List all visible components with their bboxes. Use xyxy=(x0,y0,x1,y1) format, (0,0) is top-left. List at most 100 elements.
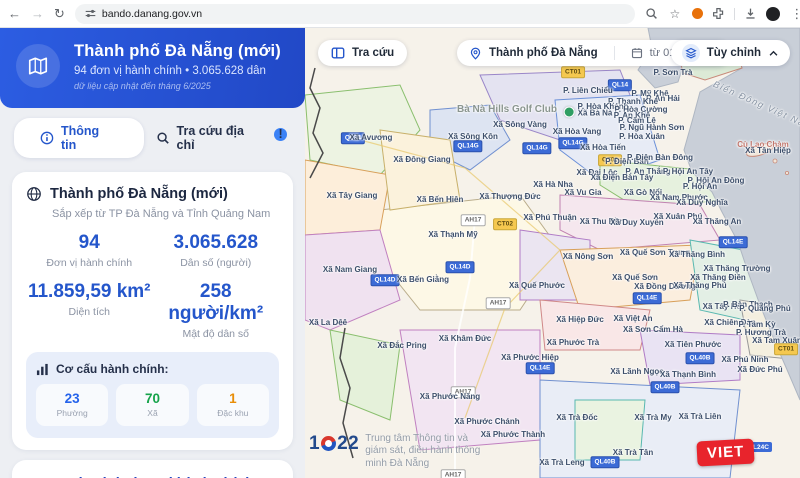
map-label: P. Sơn Trà xyxy=(654,69,693,77)
map-label: P. Liên Chiểu xyxy=(563,87,613,95)
map-label: QL14E xyxy=(633,292,662,304)
logo-1022-zero xyxy=(321,436,336,451)
bookmark-star-icon[interactable]: ☆ xyxy=(667,8,683,20)
map-label: Xã Bến Giằng xyxy=(397,276,449,284)
tab-tra-cuu-label: Tra cứu địa chỉ xyxy=(177,124,266,152)
map-label: Xã Trà Đốc xyxy=(556,414,597,422)
map-label: Xã Thăng Bình xyxy=(669,251,725,259)
viet-watermark-wrap: QL24C VIET xyxy=(697,440,754,465)
tab-thong-tin-label: Thông tin xyxy=(61,124,118,152)
search-icon xyxy=(156,131,170,145)
tab-badge: ! xyxy=(274,128,287,141)
extension-icon[interactable] xyxy=(692,8,703,19)
map-label: Xã Thạnh Mỹ xyxy=(428,231,477,239)
map-label: Xã Thạnh Bình xyxy=(660,371,716,379)
tab-tra-cuu-dia-chi[interactable]: Tra cứu địa chỉ ! xyxy=(152,118,291,158)
map-label: CT02 xyxy=(493,218,517,230)
city-title: Thành phố Đà Nẵng (mới) xyxy=(74,42,291,61)
map-label: Xã Phước Chánh xyxy=(454,418,519,426)
site-settings-icon[interactable] xyxy=(85,8,96,19)
map-label: Xã Vu Gia xyxy=(564,189,601,197)
map-label: Xã Sông Vàng xyxy=(493,121,547,129)
commune-list-link[interactable]: Danh sách đơn vị hành chính cấp xã xyxy=(12,460,293,478)
map-label: AH17 xyxy=(486,297,511,309)
location-pin-icon xyxy=(469,47,482,60)
overview-card: Thành phố Đà Nẵng (mới) Sắp xếp từ TP Đà… xyxy=(12,172,293,450)
bar-chart-icon xyxy=(36,363,49,376)
info-icon xyxy=(40,131,54,145)
selected-city-label: Thành phố Đà Nẵng xyxy=(489,47,598,59)
map-label: AH17 xyxy=(461,214,486,226)
back-icon[interactable]: ← xyxy=(8,7,21,20)
map-label: Xã Thượng Đức xyxy=(479,193,540,201)
map-label: Xã Khâm Đức xyxy=(439,335,491,343)
map-label: Xã Hòa Vang xyxy=(553,128,601,136)
map-label: Xã Quế Phước xyxy=(509,282,565,290)
map-label: Xã Thăng An xyxy=(693,218,742,226)
map-attribution: 122 Trung tâm Thông tin và giám sát, điề… xyxy=(309,433,483,471)
map-label: Xã Nông Sơn xyxy=(563,253,614,261)
map-canvas[interactable]: QL14Xã AvươngXã Sông KônQL14GXã Sông Vàn… xyxy=(305,28,800,478)
map-label: Xã Điện Bàn Tây xyxy=(591,174,654,182)
stat-area: 11.859,59 km² Diện tích xyxy=(26,281,153,340)
map-label: QL14G xyxy=(522,142,551,154)
map-label: Xã La Dêê xyxy=(309,319,347,327)
download-icon[interactable] xyxy=(744,7,757,20)
profile-avatar[interactable] xyxy=(766,7,780,21)
extensions-puzzle-icon[interactable] xyxy=(712,7,725,20)
zoom-icon[interactable] xyxy=(645,7,658,20)
map-icon xyxy=(16,44,60,88)
structure-communes: 70 Xã xyxy=(116,384,188,426)
map-label: Xã Lãnh Ngọc xyxy=(610,368,663,376)
customize-label: Tùy chỉnh xyxy=(707,47,761,59)
forward-icon[interactable]: → xyxy=(31,7,44,20)
map-label: CT01 xyxy=(774,343,798,355)
map-label: QL40B xyxy=(651,381,680,393)
map-label: Xã Tiên Phước xyxy=(665,341,722,349)
map-label: QL40B xyxy=(591,456,620,468)
address-bar[interactable]: bando.danang.gov.vn xyxy=(75,4,635,24)
map-label: QL14D xyxy=(446,261,475,273)
map-label: QL14G xyxy=(453,140,482,152)
map-label: P. Hội An xyxy=(683,183,717,191)
map-label: Xã Bến Hiên xyxy=(417,196,464,204)
map-label: Xã Hiệp Đức xyxy=(556,316,604,324)
map-label: AH17 xyxy=(441,469,466,478)
map-label: Xã Nam Giang xyxy=(323,266,377,274)
map-labels-layer: QL14Xã AvươngXã Sông KônQL14GXã Sông Vàn… xyxy=(305,28,800,478)
map-label: Bà Nà Hills Golf Club xyxy=(457,105,557,115)
map-label: Xã Avương xyxy=(350,134,393,142)
map-label: Xã Thăng Phú xyxy=(673,282,726,290)
stat-admin-units: 94 Đơn vị hành chính xyxy=(26,232,153,269)
sidebar: Thành phố Đà Nẵng (mới) 94 đơn vị hành c… xyxy=(0,28,305,478)
globe-icon xyxy=(26,186,42,202)
map-label: P. Hòa Xuân xyxy=(619,133,665,141)
data-update-note: dữ liệu cập nhật đến tháng 6/2025 xyxy=(74,81,291,91)
reload-icon[interactable]: ↻ xyxy=(54,7,65,20)
map-label: P. Điện Bàn Đông xyxy=(627,154,693,162)
map-label: Xã Sơn Cẩm Hà xyxy=(623,326,683,334)
screen: ← → ↻ bando.danang.gov.vn ☆ xyxy=(0,0,800,478)
overview-subtitle: Sắp xếp từ TP Đà Nẵng và Tỉnh Quảng Nam xyxy=(52,208,279,220)
map-label: Xã Hòa Tiến xyxy=(580,144,626,152)
map-label: Xã Trà My xyxy=(634,414,671,422)
tab-thong-tin[interactable]: Thông tin xyxy=(14,118,144,158)
map-label: Xã Quế Sơn xyxy=(612,274,658,282)
map-label: Xã Trà Leng xyxy=(539,459,584,467)
tra-cuu-button[interactable]: Tra cứu xyxy=(318,40,407,66)
map-label: Xã Phú Ninh xyxy=(721,356,768,364)
map-label: QL40B xyxy=(686,352,715,364)
map-label: P. Hội An Tây xyxy=(663,168,713,176)
menu-kebab-icon[interactable]: ⋮ xyxy=(789,7,800,20)
tab-row: Thông tin Tra cứu địa chỉ ! xyxy=(0,108,305,162)
customize-button[interactable]: Tùy chỉnh xyxy=(671,40,790,66)
attribution-text: Trung tâm Thông tin và giám sát, điều hà… xyxy=(365,433,483,471)
stat-population: 3.065.628 Dân số (người) xyxy=(153,232,280,269)
map-label: P. Ngũ Hành Sơn xyxy=(620,124,685,132)
map-label: Xã Đức Phú xyxy=(737,366,782,374)
structure-special-zone: 1 Đặc khu xyxy=(197,384,269,426)
pill-divider xyxy=(614,46,615,60)
map-label: Xã Phước Thành xyxy=(481,431,545,439)
map-label: Xã Phước Hiệp xyxy=(501,354,559,362)
structure-wards: 23 Phường xyxy=(36,384,108,426)
